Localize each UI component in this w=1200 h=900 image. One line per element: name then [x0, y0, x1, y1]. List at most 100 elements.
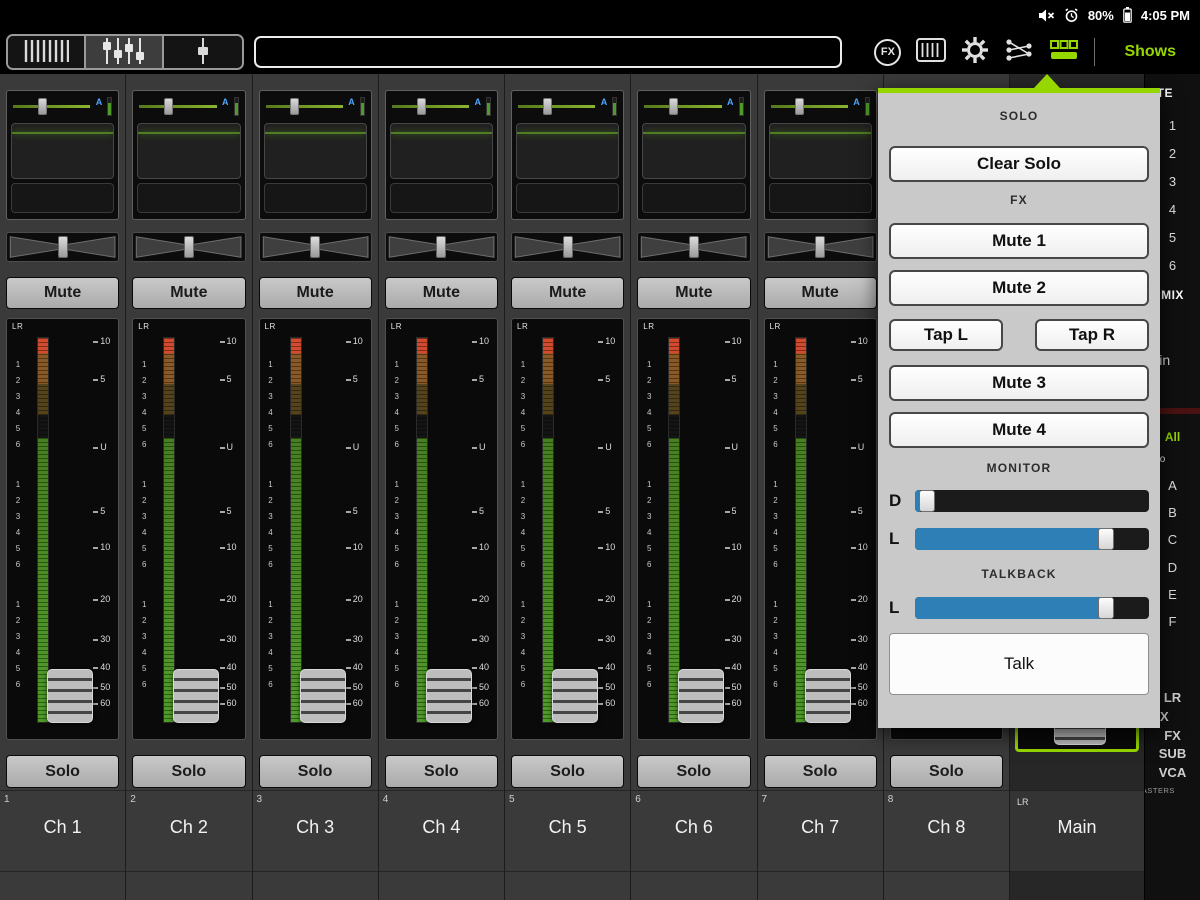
fx-mute-1-button[interactable]: Mute 1 [889, 223, 1149, 259]
channel-processing-thumbnail[interactable]: A [637, 90, 751, 220]
channel-label[interactable]: 5 Ch 5 [505, 790, 631, 872]
mute-button[interactable]: Mute [132, 277, 246, 309]
solo-button[interactable]: Solo [889, 755, 1003, 788]
mute-button[interactable]: Mute [511, 277, 625, 309]
meters-monitor-icon[interactable] [1049, 39, 1079, 66]
slider-handle[interactable] [919, 490, 936, 512]
channels-overview-icon [23, 39, 70, 66]
pan-control[interactable] [637, 232, 751, 262]
talkback-l-slider[interactable] [915, 597, 1149, 619]
routing-icon[interactable] [1004, 38, 1034, 67]
mute-button[interactable]: Mute [384, 277, 498, 309]
solo-button[interactable]: Solo [763, 755, 877, 788]
monitor-l-slider[interactable] [915, 528, 1149, 550]
pan-control[interactable] [258, 232, 372, 262]
settings-gear-icon[interactable] [961, 36, 989, 69]
scale-tick: U [724, 442, 738, 452]
channel-processing-thumbnail[interactable]: A [511, 90, 625, 220]
talk-button[interactable]: Talk [889, 633, 1149, 695]
fader-handle[interactable] [552, 669, 598, 723]
scale-tick: 10 [850, 336, 868, 346]
tap-l-button[interactable]: Tap L [889, 319, 1003, 351]
channels-overview-view-button[interactable] [8, 36, 86, 68]
fader-strip[interactable]: LR 105U5102030405060 123456123456123456 [132, 318, 246, 740]
pan-control[interactable] [384, 232, 498, 262]
pan-handle[interactable] [815, 236, 826, 258]
channel-label[interactable]: 1 Ch 1 [0, 790, 126, 872]
pan-control[interactable] [763, 232, 877, 262]
channel-label[interactable]: 6 Ch 6 [631, 790, 757, 872]
fader-strip[interactable]: LR 105U5102030405060 123456123456123456 [6, 318, 120, 740]
fader-handle[interactable] [299, 669, 346, 723]
main-label[interactable]: LR Main [1010, 790, 1144, 872]
scale-tick: 60 [345, 698, 363, 708]
mute-button[interactable]: Mute [258, 277, 372, 309]
pan-control[interactable] [511, 232, 625, 262]
solo-button[interactable]: Solo [384, 755, 498, 788]
rail-item-vca[interactable]: VCA [1145, 765, 1200, 780]
meter-scale-numbers: 123456 [268, 360, 273, 449]
pan-handle[interactable] [57, 236, 68, 258]
pan-handle[interactable] [310, 236, 321, 258]
fx-mute-4-button[interactable]: Mute 4 [889, 412, 1149, 448]
mixer-faders-view-button[interactable] [86, 36, 164, 68]
shows-button[interactable]: Shows [1110, 43, 1190, 61]
channel-processing-thumbnail[interactable]: A [132, 90, 246, 220]
pan-handle[interactable] [183, 236, 194, 258]
channel-processing-thumbnail[interactable]: A [258, 90, 372, 220]
graphic-eq-icon[interactable] [916, 37, 947, 67]
channel-label[interactable]: 8 Ch 8 [883, 790, 1009, 872]
slider-handle[interactable] [1098, 528, 1115, 550]
rail-item-masters[interactable]: MASTERS [1145, 786, 1200, 795]
fader-handle[interactable] [804, 669, 851, 723]
scale-tick: 10 [598, 336, 615, 346]
clear-solo-button[interactable]: Clear Solo [889, 146, 1149, 182]
fader-strip[interactable]: LR 105U5102030405060 123456123456123456 [258, 318, 372, 740]
mute-button[interactable]: Mute [637, 277, 751, 309]
fader-handle[interactable] [173, 669, 220, 723]
solo-button[interactable]: Solo [637, 755, 751, 788]
monitor-d-slider[interactable] [915, 490, 1149, 512]
pan-handle[interactable] [688, 236, 699, 258]
channel-label[interactable]: 4 Ch 4 [378, 790, 504, 872]
solo-button[interactable]: Solo [511, 755, 625, 788]
channel-gain-row: A [516, 95, 619, 119]
fader-strip[interactable]: LR 105U5102030405060 123456123456123456 [384, 318, 498, 740]
scale-tick: 30 [219, 634, 237, 644]
solo-button[interactable]: Solo [258, 755, 372, 788]
fx-mute-3-button[interactable]: Mute 3 [889, 365, 1149, 401]
mini-input-meter [486, 97, 491, 116]
status-bar: 80% 4:05 PM [0, 0, 1200, 30]
solo-button[interactable]: Solo [132, 755, 246, 788]
mute-button[interactable]: Mute [6, 277, 120, 309]
fader-strip[interactable]: LR 105U5102030405060 123456123456123456 [763, 318, 877, 740]
fx-mute-2-button[interactable]: Mute 2 [889, 270, 1149, 306]
show-display-field[interactable] [254, 36, 842, 68]
rail-item-sub[interactable]: SUB [1145, 746, 1200, 761]
pan-control[interactable] [132, 232, 246, 262]
fx-icon[interactable]: FX [874, 38, 902, 66]
fader-handle[interactable] [678, 669, 725, 723]
solo-button[interactable]: Solo [6, 755, 120, 788]
channel-label[interactable]: 7 Ch 7 [757, 790, 883, 872]
channel-processing-thumbnail[interactable]: A [6, 90, 120, 220]
scale-tick: 10 [345, 336, 363, 346]
channel-processing-thumbnail[interactable]: A [384, 90, 498, 220]
single-fader-view-button[interactable] [164, 36, 242, 68]
channel-label[interactable]: 3 Ch 3 [252, 790, 378, 872]
channel-label[interactable]: 2 Ch 2 [126, 790, 252, 872]
dynamics-thumbnail [263, 183, 367, 213]
pan-control[interactable] [6, 232, 120, 262]
slider-handle[interactable] [1098, 597, 1115, 619]
tap-r-button[interactable]: Tap R [1035, 319, 1149, 351]
fader-strip[interactable]: LR 105U5102030405060 123456123456123456 [511, 318, 625, 740]
fader-strip[interactable]: LR 105U5102030405060 123456123456123456 [637, 318, 751, 740]
scale-tick: 5 [850, 506, 863, 516]
fader-handle[interactable] [47, 669, 93, 723]
pan-handle[interactable] [562, 236, 573, 258]
rail-item-fx[interactable]: FX [1145, 728, 1200, 743]
fader-handle[interactable] [425, 669, 472, 723]
mute-button[interactable]: Mute [763, 277, 877, 309]
pan-handle[interactable] [436, 236, 447, 258]
channel-processing-thumbnail[interactable]: A [763, 90, 877, 220]
